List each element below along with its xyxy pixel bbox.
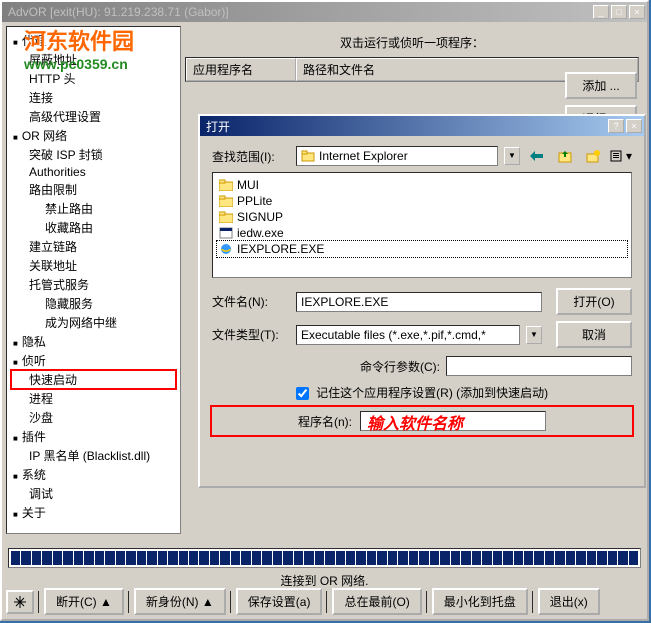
dialog-help-button[interactable]: ? (608, 119, 624, 133)
file-item[interactable]: IEXPLORE.EXE (217, 241, 627, 257)
tree-item[interactable]: 快速启动 (11, 370, 176, 389)
newid-button[interactable]: 新身份(N) ▲ (134, 588, 226, 615)
lookin-label: 查找范围(I): (212, 148, 290, 165)
tree-item[interactable]: 系统 (11, 465, 176, 484)
lookin-dropdown-arrow[interactable]: ▼ (504, 147, 520, 165)
tree-item[interactable]: 收藏路由 (11, 218, 176, 237)
ontop-button[interactable]: 总在最前(O) (332, 588, 421, 615)
tree-item[interactable]: 禁止路由 (11, 199, 176, 218)
tree-item[interactable]: 关联地址 (11, 256, 176, 275)
close-button[interactable]: × (629, 5, 645, 19)
tree-nav[interactable]: 代理屏蔽地址HTTP 头连接高级代理设置OR 网络突破 ISP 封锁Author… (6, 26, 181, 534)
file-list[interactable]: MUIPPLiteSIGNUPiedw.exeIEXPLORE.EXE (212, 172, 632, 278)
remember-checkbox[interactable] (296, 387, 309, 400)
main-titlebar: AdvOR [exit(HU): 91.219.238.71 (Gabor)] … (2, 2, 647, 22)
dialog-titlebar: 打开 ? × (200, 116, 644, 136)
lookin-combo[interactable]: Internet Explorer (296, 146, 498, 166)
file-item[interactable]: iedw.exe (217, 225, 627, 241)
filetype-dropdown-arrow[interactable]: ▼ (526, 326, 542, 344)
lookin-value: Internet Explorer (319, 149, 408, 163)
tree-item[interactable]: 插件 (11, 427, 176, 446)
open-dialog: 打开 ? × 查找范围(I): Internet Explorer ▼ ▾ MU… (198, 114, 646, 488)
status-area: 连接到 OR 网络. (8, 548, 641, 589)
open-button[interactable]: 打开(O) (556, 288, 632, 315)
tree-item[interactable]: 沙盘 (11, 408, 176, 427)
progress-bar (8, 548, 641, 568)
cmdline-input[interactable] (446, 356, 632, 376)
tree-item[interactable]: 关于 (11, 503, 176, 522)
back-icon[interactable] (526, 146, 548, 166)
tree-item[interactable]: 突破 ISP 封锁 (11, 145, 176, 164)
disconnect-button[interactable]: 断开(C) ▲ (44, 588, 124, 615)
tree-item[interactable]: 成为网络中继 (11, 313, 176, 332)
tree-item[interactable]: 进程 (11, 389, 176, 408)
tree-item[interactable]: IP 黑名单 (Blacklist.dll) (11, 446, 176, 465)
tree-item[interactable]: 隐藏服务 (11, 294, 176, 313)
tree-item[interactable]: 代理 (11, 31, 176, 50)
ie-icon (219, 243, 233, 255)
dialog-title: 打开 (202, 118, 608, 135)
progname-row: 程序名(n): 输入软件名称 (212, 407, 632, 435)
dialog-close-button[interactable]: × (626, 119, 642, 133)
bottom-toolbar: 断开(C) ▲ 新身份(N) ▲ 保存设置(a) 总在最前(O) 最小化到托盘 … (6, 588, 643, 615)
tree-item[interactable]: Authorities (11, 164, 176, 180)
tree-item[interactable]: 侦听 (11, 351, 176, 370)
filename-label: 文件名(N): (212, 293, 290, 310)
tree-item[interactable]: HTTP 头 (11, 69, 176, 88)
folder-icon (219, 211, 233, 223)
col-app[interactable]: 应用程序名 (186, 58, 296, 81)
cmdline-label: 命令行参数(C): (360, 358, 440, 375)
file-item[interactable]: PPLite (217, 193, 627, 209)
folder-icon (219, 179, 233, 191)
remember-label: 记住这个应用程序设置(R) (添加到快速启动) (316, 386, 548, 400)
main-title: AdvOR [exit(HU): 91.219.238.71 (Gabor)] (4, 5, 593, 19)
progname-input[interactable]: 输入软件名称 (360, 411, 546, 431)
tree-item[interactable]: 连接 (11, 88, 176, 107)
status-text: 连接到 OR 网络. (8, 572, 641, 589)
file-item[interactable]: SIGNUP (217, 209, 627, 225)
mintray-button[interactable]: 最小化到托盘 (432, 588, 528, 615)
new-folder-icon[interactable] (582, 146, 604, 166)
progname-hint: 输入软件名称 (367, 410, 463, 434)
tree-item[interactable]: 调试 (11, 484, 176, 503)
expand-icon-button[interactable] (6, 590, 34, 614)
exe-icon (219, 227, 233, 239)
folder-icon (219, 195, 233, 207)
add-button[interactable]: 添加 ... (565, 72, 637, 99)
tree-item[interactable]: 隐私 (11, 332, 176, 351)
filetype-label: 文件类型(T): (212, 326, 290, 343)
maximize-button[interactable]: □ (611, 5, 627, 19)
instruction-text: 双击运行或侦听一项程序： (185, 34, 639, 51)
filetype-combo[interactable]: Executable files (*.exe,*.pif,*.cmd,* (296, 325, 520, 345)
tree-item[interactable]: 高级代理设置 (11, 107, 176, 126)
minimize-button[interactable]: _ (593, 5, 609, 19)
tree-item[interactable]: 屏蔽地址 (11, 50, 176, 69)
progname-label: 程序名(n): (298, 413, 352, 430)
cancel-button[interactable]: 取消 (556, 321, 632, 348)
filename-input[interactable]: IEXPLORE.EXE (296, 292, 542, 312)
view-menu-icon[interactable]: ▾ (610, 146, 632, 166)
file-item[interactable]: MUI (217, 177, 627, 193)
tree-item[interactable]: 建立链路 (11, 237, 176, 256)
up-folder-icon[interactable] (554, 146, 576, 166)
tree-item[interactable]: 路由限制 (11, 180, 176, 199)
tree-item[interactable]: 托管式服务 (11, 275, 176, 294)
folder-open-icon (301, 149, 315, 163)
exit-button[interactable]: 退出(x) (538, 588, 600, 615)
tree-item[interactable]: OR 网络 (11, 126, 176, 145)
save-button[interactable]: 保存设置(a) (236, 588, 323, 615)
